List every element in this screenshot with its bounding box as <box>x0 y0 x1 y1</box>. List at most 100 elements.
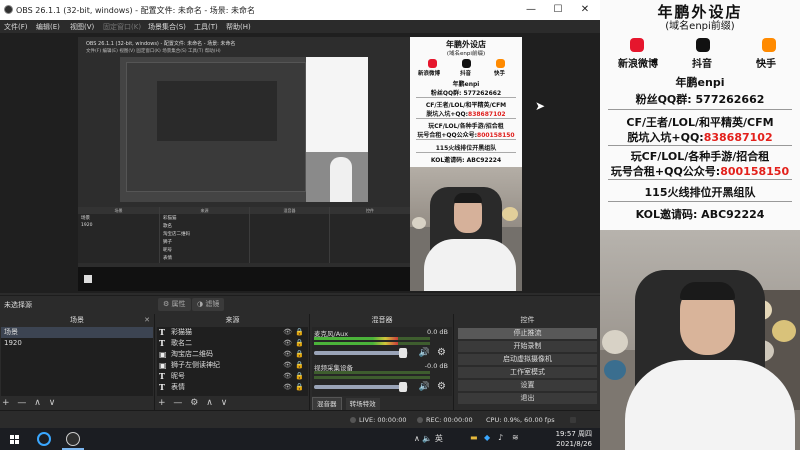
start-virtual-camera-button[interactable]: 启动虚拟摄像机 <box>458 354 597 365</box>
add-scene-button[interactable]: + <box>2 398 10 408</box>
resize-grip-icon[interactable] <box>570 417 576 423</box>
canvas-ad-handle: 年鹏enpi <box>452 81 480 88</box>
canvas-ad-socials: 新浪微博 抖音 快手 <box>410 59 522 77</box>
properties-button[interactable]: ⚙ 属性 <box>158 298 191 311</box>
preview-canvas[interactable]: OBS 26.1.1 (32-bit, windows) - 配置文件: 未命名… <box>78 37 522 291</box>
gear-icon[interactable]: ⚙ <box>437 347 446 358</box>
close-button[interactable]: ✕ <box>578 3 592 17</box>
team-line: 115火线排位开黑组队 <box>644 186 756 199</box>
visibility-eye-icon[interactable]: 👁 <box>283 349 292 360</box>
lock-icon[interactable]: 🔒 <box>295 349 304 360</box>
menu-bar: 文件(F) 编辑(E) 视图(V) 固定窗口(K) 场景集合(S) 工具(T) … <box>0 20 600 33</box>
controls-dock: 控件 停止推流 开始录制 启动虚拟摄像机 工作室模式 设置 退出 <box>455 314 600 410</box>
menu-edit[interactable]: 编辑(E) <box>36 22 60 32</box>
visibility-eye-icon[interactable]: 👁 <box>283 338 292 349</box>
level-meter <box>314 337 430 340</box>
source-item[interactable]: T 昵号 👁 🔒 <box>157 371 308 382</box>
start-recording-button[interactable]: 开始录制 <box>458 341 597 352</box>
captured-display: OBS 26.1.1 (32-bit, windows) - 配置文件: 未命名… <box>78 37 410 291</box>
filter-icon: ◑ <box>197 300 204 308</box>
add-source-button[interactable]: + <box>158 398 166 408</box>
volume-slider[interactable] <box>314 382 408 392</box>
mixer-dock: 混音器 麦克风/Aux 0.0 dB 🔊 ⚙ 视频采集设备 -0.0 dB 🔊 … <box>311 314 454 411</box>
source-settings-button[interactable]: ⚙ <box>190 398 198 408</box>
move-source-down-button[interactable]: ∨ <box>221 398 228 408</box>
dock-close-icon[interactable]: ✕ <box>144 314 150 326</box>
network-tray-icon[interactable]: ◆ <box>484 433 490 442</box>
move-scene-down-button[interactable]: ∨ <box>49 398 56 408</box>
divider <box>608 109 792 110</box>
menu-file[interactable]: 文件(F) <box>4 22 28 32</box>
volume-tray-icon[interactable]: ♪ <box>498 433 503 442</box>
image-source-icon: ▣ <box>159 349 167 359</box>
volume-slider[interactable] <box>314 348 408 358</box>
preview-area[interactable]: OBS 26.1.1 (32-bit, windows) - 配置文件: 未命名… <box>0 33 600 293</box>
menu-dock[interactable]: 固定窗口(K) <box>103 22 141 32</box>
move-source-up-button[interactable]: ∧ <box>206 398 213 408</box>
maximize-button[interactable]: ☐ <box>551 3 565 17</box>
clock[interactable]: 19:57 周四 2021/8/26 <box>556 429 592 449</box>
captured-scenes-dock: 场景 场景 1920 <box>78 207 160 263</box>
scenes-list[interactable]: 场景 1920 <box>1 327 153 396</box>
volume-knob[interactable] <box>399 348 408 358</box>
lock-icon[interactable]: 🔒 <box>295 371 304 382</box>
canvas-ad-weibo-label: 新浪微博 <box>418 71 441 77</box>
qq-contact-line: 脱坑入坑+QQ:838687102 <box>627 131 773 144</box>
folder-tray-icon[interactable]: ▬ <box>470 433 478 442</box>
obs-taskbar-icon[interactable] <box>66 432 80 446</box>
windows-start-icon[interactable] <box>10 435 19 444</box>
lock-icon[interactable]: 🔒 <box>295 327 304 338</box>
source-item[interactable]: T 彩猫猫 👁 🔒 <box>157 327 308 338</box>
weibo-icon <box>630 38 644 52</box>
channel-db: 0.0 dB <box>427 328 448 336</box>
captured-person <box>330 157 352 202</box>
weibo-label: 新浪微博 <box>618 59 658 70</box>
studio-mode-button[interactable]: 工作室模式 <box>458 367 597 378</box>
canvas-ad-line6: KOL邀请码: ABC92224 <box>430 157 502 164</box>
scene-item[interactable]: 1920 <box>1 338 153 349</box>
browser-app-icon[interactable] <box>37 432 51 446</box>
menu-scene-collection[interactable]: 场景集合(S) <box>148 22 186 32</box>
settings-button[interactable]: 设置 <box>458 380 597 391</box>
tab-transitions[interactable]: 转场特效 <box>345 398 380 410</box>
visibility-eye-icon[interactable]: 👁 <box>283 382 292 393</box>
sources-list[interactable]: T 彩猫猫 👁 🔒 T 歌名二 👁 🔒 ▣ 淘宝店二维码 👁 🔒 ▣ 狮子左侧读神纪 👁 🔒 T 昵号 👁 🔒… <box>157 327 308 396</box>
remove-source-button[interactable]: — <box>173 398 182 408</box>
volume-knob[interactable] <box>399 382 408 392</box>
visibility-eye-icon[interactable]: 👁 <box>283 360 292 371</box>
source-item[interactable]: T 表情 👁 🔒 <box>157 382 308 393</box>
controls-dock-title: 控件 <box>520 316 535 324</box>
wifi-tray-icon[interactable]: ≋ <box>512 433 519 442</box>
system-tray[interactable]: ∧ 🔈 英 <box>414 433 443 444</box>
source-item[interactable]: ▣ 狮子左侧读神纪 👁 🔒 <box>157 360 308 371</box>
text-source-icon: T <box>159 338 165 348</box>
source-item[interactable]: ▣ 淘宝店二维码 👁 🔒 <box>157 349 308 360</box>
speaker-icon[interactable]: 🔊 <box>419 348 430 358</box>
status-bar: LIVE: 00:00:00 REC: 00:00:00 CPU: 0.9%, … <box>0 410 600 428</box>
captured-menu: 文件(F) 编辑(E) 视图(V) 固定窗口(K) 场景集合(S) 工具(T) … <box>86 49 221 54</box>
visibility-eye-icon[interactable]: 👁 <box>283 371 292 382</box>
scene-item[interactable]: 场景 <box>1 327 153 338</box>
source-item[interactable]: T 歌名二 👁 🔒 <box>157 338 308 349</box>
exit-button[interactable]: 退出 <box>458 393 597 404</box>
lock-icon[interactable]: 🔒 <box>295 338 304 349</box>
captured-ad-panel <box>306 57 368 152</box>
lock-icon[interactable]: 🔒 <box>295 360 304 371</box>
menu-tools[interactable]: 工具(T) <box>194 22 218 32</box>
lock-icon[interactable]: 🔒 <box>295 382 304 393</box>
tab-mixer[interactable]: 混音器 <box>312 397 342 411</box>
stop-streaming-button[interactable]: 停止推流 <box>458 328 597 339</box>
minimize-button[interactable]: — <box>524 3 538 17</box>
gear-icon[interactable]: ⚙ <box>437 381 446 392</box>
filters-button[interactable]: ◑ 滤镜 <box>192 298 225 311</box>
menu-help[interactable]: 帮助(H) <box>226 22 251 32</box>
mixer-channels: 麦克风/Aux 0.0 dB 🔊 ⚙ 视频采集设备 -0.0 dB 🔊 ⚙ <box>312 327 452 396</box>
menu-view[interactable]: 视图(V) <box>70 22 94 32</box>
remove-scene-button[interactable]: — <box>17 398 26 408</box>
canvas-ad-line5: 115火线排位开黑组队 <box>435 145 497 152</box>
recursive-preview <box>126 62 306 192</box>
text-source-icon: T <box>159 327 165 337</box>
speaker-icon[interactable]: 🔊 <box>419 382 430 392</box>
visibility-eye-icon[interactable]: 👁 <box>283 327 292 338</box>
move-scene-up-button[interactable]: ∧ <box>34 398 41 408</box>
